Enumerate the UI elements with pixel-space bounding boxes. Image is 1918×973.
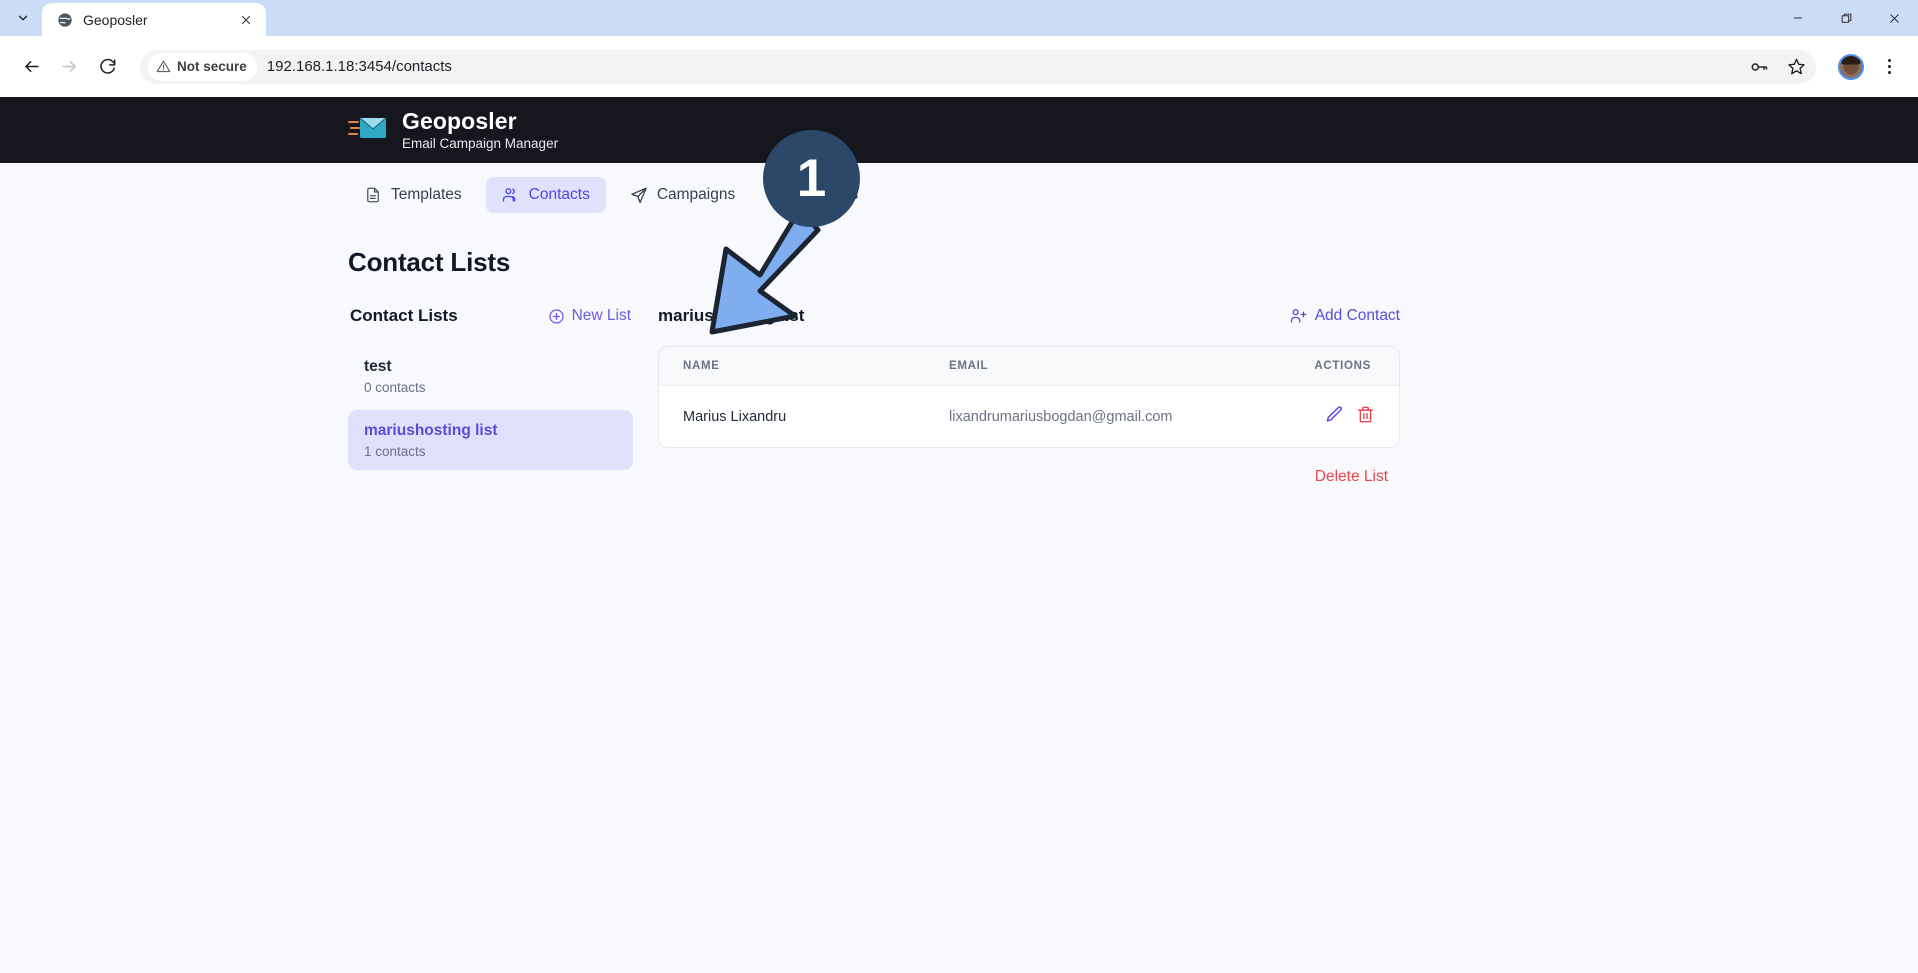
tab-contacts-label: Contacts xyxy=(528,186,590,203)
close-icon xyxy=(241,15,251,24)
contact-lists-panel: Contact Lists New List test 0 contacts m… xyxy=(348,304,633,486)
table-header-row: NAME EMAIL ACTIONS xyxy=(659,347,1399,386)
window-controls xyxy=(1774,0,1918,36)
reload-icon xyxy=(99,58,115,74)
new-list-button[interactable]: New List xyxy=(548,307,631,325)
reload-button[interactable] xyxy=(90,50,124,84)
tab-search-button[interactable] xyxy=(6,3,40,33)
page-title: Contact Lists xyxy=(348,247,511,277)
close-icon xyxy=(1889,13,1899,23)
restore-icon xyxy=(1841,13,1851,23)
trash-icon xyxy=(1358,406,1373,423)
plus-circle-icon xyxy=(548,308,564,324)
warning-triangle-icon xyxy=(156,60,171,73)
contact-lists-heading: Contact Lists xyxy=(350,306,458,325)
contacts-panel-header: mariushosting list Add Contact xyxy=(658,304,1400,328)
star-icon xyxy=(1788,58,1805,75)
kebab-menu-icon xyxy=(1887,59,1891,62)
bookmark-button[interactable] xyxy=(1787,57,1806,76)
browser-menu-button[interactable] xyxy=(1874,50,1904,84)
new-list-label: New List xyxy=(571,307,631,324)
app-header: Geoposler Email Campaign Manager xyxy=(0,97,1918,163)
contact-lists-items: test 0 contacts mariushosting list 1 con… xyxy=(348,346,633,471)
back-button[interactable] xyxy=(14,50,48,84)
contacts-table-card: NAME EMAIL ACTIONS Marius Lixandru lixan… xyxy=(658,346,1400,448)
list-item[interactable]: mariushosting list 1 contacts xyxy=(348,410,633,471)
tab-templates[interactable]: Templates xyxy=(348,177,478,213)
window-close-button[interactable] xyxy=(1870,0,1918,36)
chevron-down-icon xyxy=(18,15,28,21)
list-item-name: test xyxy=(364,358,392,375)
address-bar-url: 192.168.1.18:3454/contacts xyxy=(266,58,452,75)
list-item-count: 0 contacts xyxy=(364,380,426,396)
content-columns: Contact Lists New List test 0 contacts m… xyxy=(348,304,1918,486)
browser-tab[interactable]: Geoposler xyxy=(42,3,266,36)
document-icon xyxy=(364,186,382,204)
column-header-name: NAME xyxy=(683,360,720,372)
brand: Geoposler Email Campaign Manager xyxy=(348,108,558,152)
column-header-actions: ACTIONS xyxy=(1314,360,1371,372)
page-body: Contact Lists Contact Lists New List tes… xyxy=(0,227,1918,486)
security-status-chip[interactable]: Not secure xyxy=(148,52,257,81)
list-item-count: 1 contacts xyxy=(364,444,426,460)
security-status-label: Not secure xyxy=(177,59,247,74)
app-tab-navigation: Templates Contacts Campaigns Settings xyxy=(0,163,1918,227)
window-minimize-button[interactable] xyxy=(1774,0,1822,36)
window-restore-button[interactable] xyxy=(1822,0,1870,36)
add-contact-button[interactable]: Add Contact xyxy=(1290,307,1400,325)
step-number-badge: 1 xyxy=(763,130,860,227)
tab-campaigns-label: Campaigns xyxy=(656,186,736,203)
browser-toolbar: Not secure 192.168.1.18:3454/contacts xyxy=(0,36,1918,97)
contacts-panel: mariushosting list Add Contact NAME EMAI… xyxy=(658,304,1400,486)
minimize-icon xyxy=(1793,17,1803,19)
delete-contact-button[interactable] xyxy=(1356,405,1375,428)
forward-button[interactable] xyxy=(52,50,86,84)
tab-campaigns[interactable]: Campaigns xyxy=(614,177,751,213)
contacts-table: NAME EMAIL ACTIONS Marius Lixandru lixan… xyxy=(659,347,1399,447)
browser-tabstrip: Geoposler xyxy=(0,0,1918,36)
tab-close-button[interactable] xyxy=(236,10,256,30)
globe-icon xyxy=(56,11,73,28)
arrow-left-icon xyxy=(24,60,39,73)
column-header-email: EMAIL xyxy=(949,360,989,372)
table-row: Marius Lixandru lixandrumariusbogdan@gma… xyxy=(659,385,1399,448)
users-icon xyxy=(502,186,520,204)
contact-lists-header: Contact Lists New List xyxy=(348,304,633,328)
add-contact-label: Add Contact xyxy=(1314,307,1400,324)
brand-name: Geoposler xyxy=(402,107,517,134)
avatar-hair xyxy=(1841,55,1861,65)
tab-templates-label: Templates xyxy=(391,186,462,203)
pencil-icon xyxy=(1326,406,1343,422)
profile-avatar-button[interactable] xyxy=(1838,53,1864,80)
contact-name: Marius Lixandru xyxy=(683,408,787,425)
browser-tab-title: Geoposler xyxy=(83,11,148,28)
contact-email: lixandrumariusbogdan@gmail.com xyxy=(949,408,1173,425)
list-item-name: mariushosting list xyxy=(364,422,498,440)
arrow-right-icon xyxy=(61,60,76,73)
selected-list-title: mariushosting list xyxy=(658,306,805,325)
row-action-buttons xyxy=(1325,405,1375,428)
user-plus-icon xyxy=(1290,309,1307,323)
key-icon xyxy=(1751,62,1768,71)
tab-contacts[interactable]: Contacts xyxy=(485,177,606,213)
envelope-icon xyxy=(348,113,388,148)
address-bar[interactable]: Not secure 192.168.1.18:3454/contacts xyxy=(140,49,1816,84)
omnibox-actions xyxy=(1749,57,1806,77)
list-item[interactable]: test 0 contacts xyxy=(348,346,633,406)
delete-list-button[interactable]: Delete List xyxy=(1315,468,1388,485)
brand-subtitle: Email Campaign Manager xyxy=(402,135,559,151)
password-manager-button[interactable] xyxy=(1749,57,1769,77)
edit-contact-button[interactable] xyxy=(1325,405,1344,428)
page-viewport: Geoposler Email Campaign Manager Templat… xyxy=(0,97,1918,973)
paper-plane-icon xyxy=(630,186,648,204)
